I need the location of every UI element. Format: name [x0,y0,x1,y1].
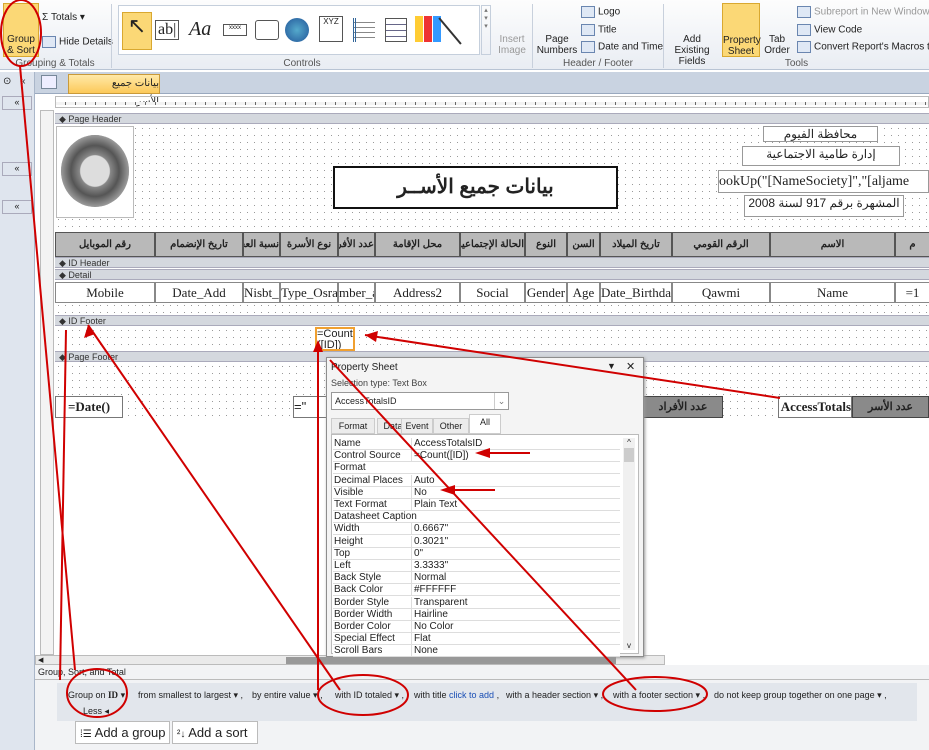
annotation-circle [317,674,409,716]
annotation-circle [602,676,708,712]
annotation-arrow [364,334,781,399]
annotation-circle [66,668,128,718]
annotation-arrow [19,65,76,671]
annotation-overlay [0,0,781,718]
annotation-arrow [87,324,341,691]
annotation-arrow [329,359,637,691]
annotation-circle [0,0,42,67]
